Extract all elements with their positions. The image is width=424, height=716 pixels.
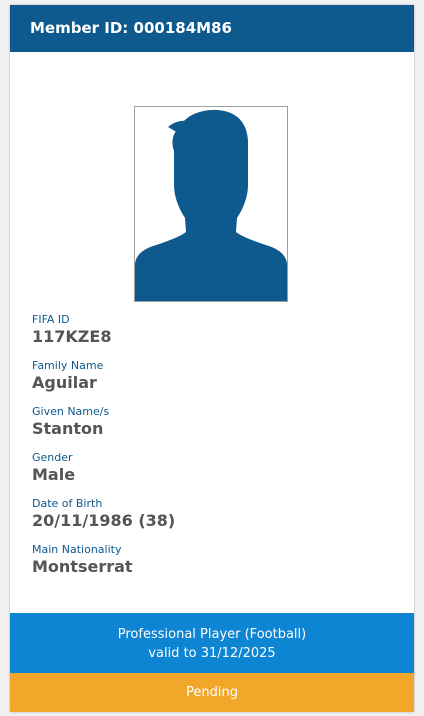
date-of-birth-field: Date of Birth 20/11/1986 (38) xyxy=(32,497,175,531)
gender-label: Gender xyxy=(32,451,73,464)
fifa-id-field: FIFA ID 117KZE8 xyxy=(32,313,111,347)
nationality-label: Main Nationality xyxy=(32,543,122,556)
gender-field: Gender Male xyxy=(32,451,75,485)
date-of-birth-label: Date of Birth xyxy=(32,497,103,510)
given-name-field: Given Name/s Stanton xyxy=(32,405,109,439)
fifa-id-value: 117KZE8 xyxy=(32,327,112,346)
gender-value: Male xyxy=(32,465,76,484)
nationality-value: Montserrat xyxy=(32,557,133,576)
family-name-value: Aguilar xyxy=(32,373,97,392)
person-silhouette-icon xyxy=(135,109,287,301)
registration-role-band: Professional Player (Football) valid to … xyxy=(10,613,414,673)
fifa-id-label: FIFA ID xyxy=(32,313,70,326)
member-id-header: Member ID: 000184M86 xyxy=(10,5,414,52)
member-photo xyxy=(134,106,288,302)
registration-validity: valid to 31/12/2025 xyxy=(148,646,276,661)
family-name-label: Family Name xyxy=(32,359,104,372)
date-of-birth-value: 20/11/1986 (38) xyxy=(32,511,176,530)
given-name-value: Stanton xyxy=(32,419,104,438)
member-card: Member ID: 000184M86 FIFA ID 117KZE8 Fam… xyxy=(10,5,414,712)
family-name-field: Family Name Aguilar xyxy=(32,359,103,393)
given-name-label: Given Name/s xyxy=(32,405,110,418)
registration-role: Professional Player (Football) xyxy=(117,627,307,642)
nationality-field: Main Nationality Montserrat xyxy=(32,543,133,577)
status-badge: Pending xyxy=(10,673,414,712)
